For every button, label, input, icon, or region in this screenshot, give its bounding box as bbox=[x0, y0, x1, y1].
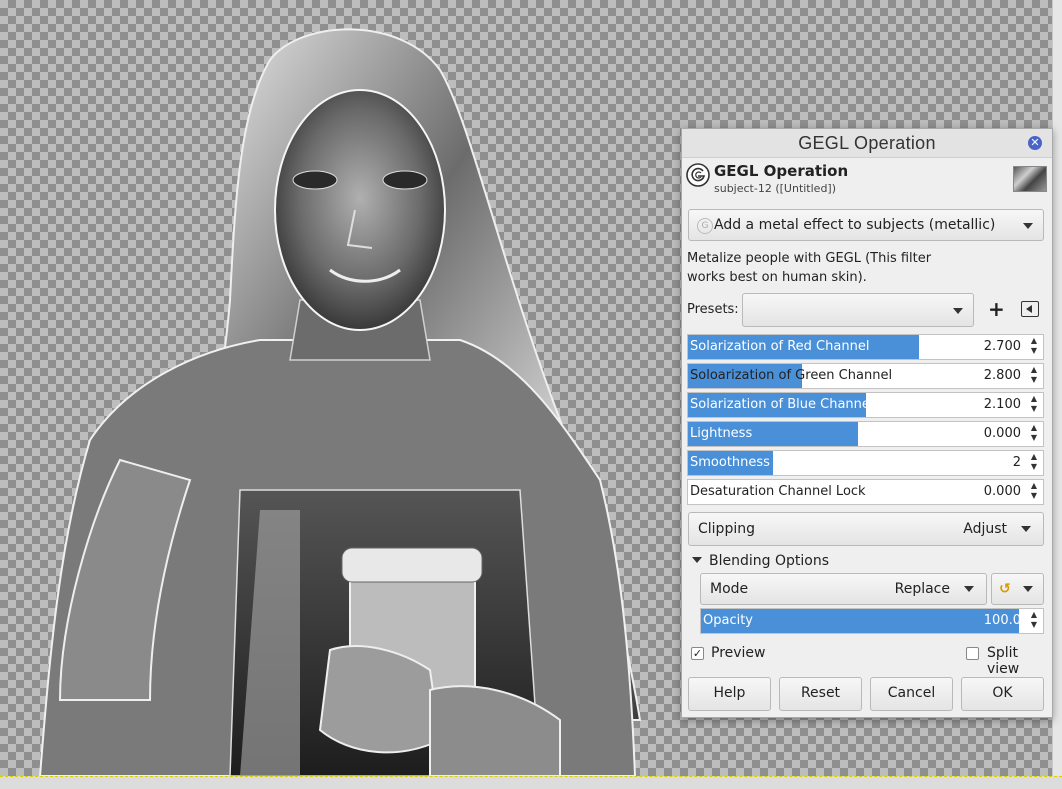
slider-value[interactable]: 2.800 bbox=[984, 368, 1021, 383]
chevron-down-icon bbox=[953, 308, 963, 314]
slider-value[interactable]: 100.0 bbox=[984, 613, 1021, 628]
slider-red-solarization[interactable]: Solarization of Red Channel 2.700 ▲ ▼ bbox=[687, 334, 1044, 360]
header-title: GEGL Operation bbox=[714, 162, 849, 180]
spin-arrows-icon[interactable]: ▲ ▼ bbox=[1027, 481, 1041, 503]
slider-label: Opacity bbox=[703, 613, 754, 628]
slider-label: Solarization of Red Channel bbox=[690, 339, 870, 354]
canvas-right-edge bbox=[1052, 0, 1062, 776]
expander-arrow-icon bbox=[692, 557, 702, 563]
cancel-button[interactable]: Cancel bbox=[870, 677, 953, 711]
header-subtitle: subject-12 ([Untitled]) bbox=[714, 182, 837, 195]
blending-options-label: Blending Options bbox=[709, 553, 829, 569]
chevron-down-icon bbox=[1023, 586, 1033, 592]
slider-value[interactable]: 0.000 bbox=[984, 484, 1021, 499]
spin-arrows-icon[interactable]: ▲ ▼ bbox=[1027, 423, 1041, 445]
ok-button[interactable]: OK bbox=[961, 677, 1044, 711]
manage-presets-icon[interactable] bbox=[1021, 301, 1039, 317]
spin-arrows-icon[interactable]: ▲ ▼ bbox=[1027, 452, 1041, 474]
help-button[interactable]: Help bbox=[688, 677, 771, 711]
spin-arrows-icon[interactable]: ▲ ▼ bbox=[1027, 610, 1041, 632]
slider-lightness[interactable]: Lightness 0.000 ▲ ▼ bbox=[687, 421, 1044, 447]
spin-arrows-icon[interactable]: ▲ ▼ bbox=[1027, 394, 1041, 416]
slider-green-solarization[interactable]: Soloarization of Green Channel 2.800 ▲ ▼ bbox=[687, 363, 1044, 389]
split-view-label[interactable]: Split view bbox=[987, 645, 1052, 677]
slider-desaturation-lock[interactable]: Desaturation Channel Lock 0.000 ▲ ▼ bbox=[687, 479, 1044, 505]
slider-value[interactable]: 2.700 bbox=[984, 339, 1021, 354]
slider-value[interactable]: 2 bbox=[1013, 455, 1021, 470]
reset-swap-icon: ↺ bbox=[999, 581, 1011, 597]
chevron-down-icon bbox=[1023, 223, 1033, 229]
gegl-logo-icon bbox=[686, 163, 710, 187]
spin-arrows-icon[interactable]: ▲ ▼ bbox=[1027, 365, 1041, 387]
clipping-value: Adjust bbox=[963, 521, 1007, 537]
dialog-header: GEGL Operation subject-12 ([Untitled]) bbox=[682, 158, 1052, 202]
slider-value[interactable]: 2.100 bbox=[984, 397, 1021, 412]
gegl-small-icon: G bbox=[697, 218, 713, 234]
canvas-bottom-edge bbox=[0, 776, 1062, 789]
mode-dropdown[interactable]: Mode Replace bbox=[700, 573, 987, 605]
clipping-label: Clipping bbox=[698, 521, 755, 537]
mode-value: Replace bbox=[894, 581, 950, 597]
slider-value[interactable]: 0.000 bbox=[984, 426, 1021, 441]
chevron-down-icon bbox=[964, 586, 974, 592]
gegl-operation-dialog: GEGL Operation ✕ GEGL Operation subject-… bbox=[681, 128, 1053, 718]
blending-options-expander[interactable]: Blending Options bbox=[692, 553, 829, 569]
mode-label: Mode bbox=[710, 581, 749, 597]
clipping-dropdown[interactable]: Clipping Adjust bbox=[688, 512, 1044, 546]
slider-label: Smoothness bbox=[690, 455, 770, 470]
close-icon[interactable]: ✕ bbox=[1028, 136, 1042, 150]
chevron-down-icon bbox=[1021, 526, 1031, 532]
presets-label: Presets: bbox=[687, 302, 739, 317]
reset-button[interactable]: Reset bbox=[779, 677, 862, 711]
spin-arrows-icon[interactable]: ▲ ▼ bbox=[1027, 336, 1041, 358]
slider-label: Soloarization of Green Channel bbox=[690, 368, 893, 383]
slider-smoothness[interactable]: Smoothness 2 ▲ ▼ bbox=[687, 450, 1044, 476]
slider-label: Solarization of Blue Channel bbox=[690, 397, 874, 412]
composite-space-dropdown[interactable]: ↺ bbox=[991, 573, 1044, 605]
slider-label: Desaturation Channel Lock bbox=[690, 484, 866, 499]
operation-dropdown[interactable]: G Add a metal effect to subjects (metall… bbox=[688, 209, 1044, 241]
split-view-checkbox[interactable] bbox=[966, 647, 979, 660]
cancel-button-label: Cancel bbox=[887, 685, 936, 701]
dialog-titlebar[interactable]: GEGL Operation ✕ bbox=[682, 129, 1052, 158]
help-button-label: Help bbox=[713, 685, 746, 701]
dialog-title: GEGL Operation bbox=[798, 133, 936, 153]
ok-button-label: OK bbox=[992, 685, 1013, 701]
preview-label[interactable]: Preview bbox=[711, 645, 766, 661]
add-preset-icon[interactable]: + bbox=[988, 299, 1005, 319]
slider-label: Lightness bbox=[690, 426, 753, 441]
preview-checkbox[interactable]: ✓ bbox=[691, 647, 704, 660]
presets-dropdown[interactable] bbox=[742, 293, 974, 327]
operation-description: Metalize people with GEGL (This filter w… bbox=[687, 251, 932, 285]
layer-thumbnail bbox=[1013, 166, 1047, 192]
slider-blue-solarization[interactable]: Solarization of Blue Channel 2.100 ▲ ▼ bbox=[687, 392, 1044, 418]
reset-button-label: Reset bbox=[800, 685, 841, 701]
opacity-slider[interactable]: Opacity 100.0 ▲ ▼ bbox=[700, 608, 1044, 634]
operation-label: Add a metal effect to subjects (metallic… bbox=[714, 217, 996, 233]
